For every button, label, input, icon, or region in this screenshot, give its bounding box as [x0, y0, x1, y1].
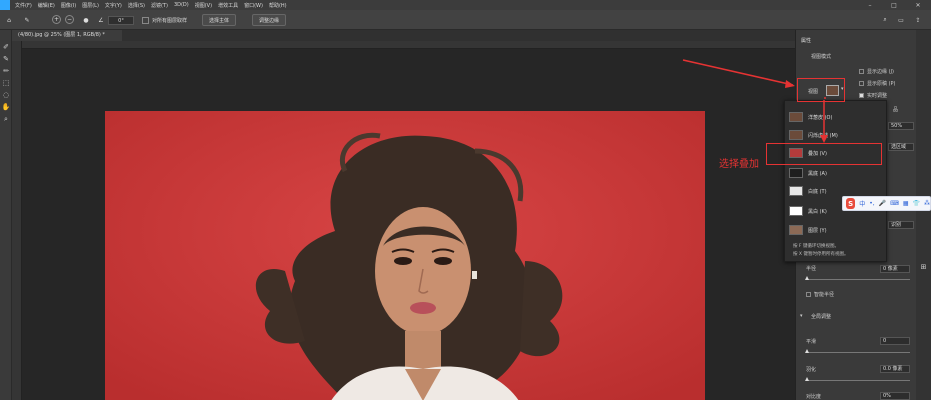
annotation-arrows — [682, 59, 828, 143]
